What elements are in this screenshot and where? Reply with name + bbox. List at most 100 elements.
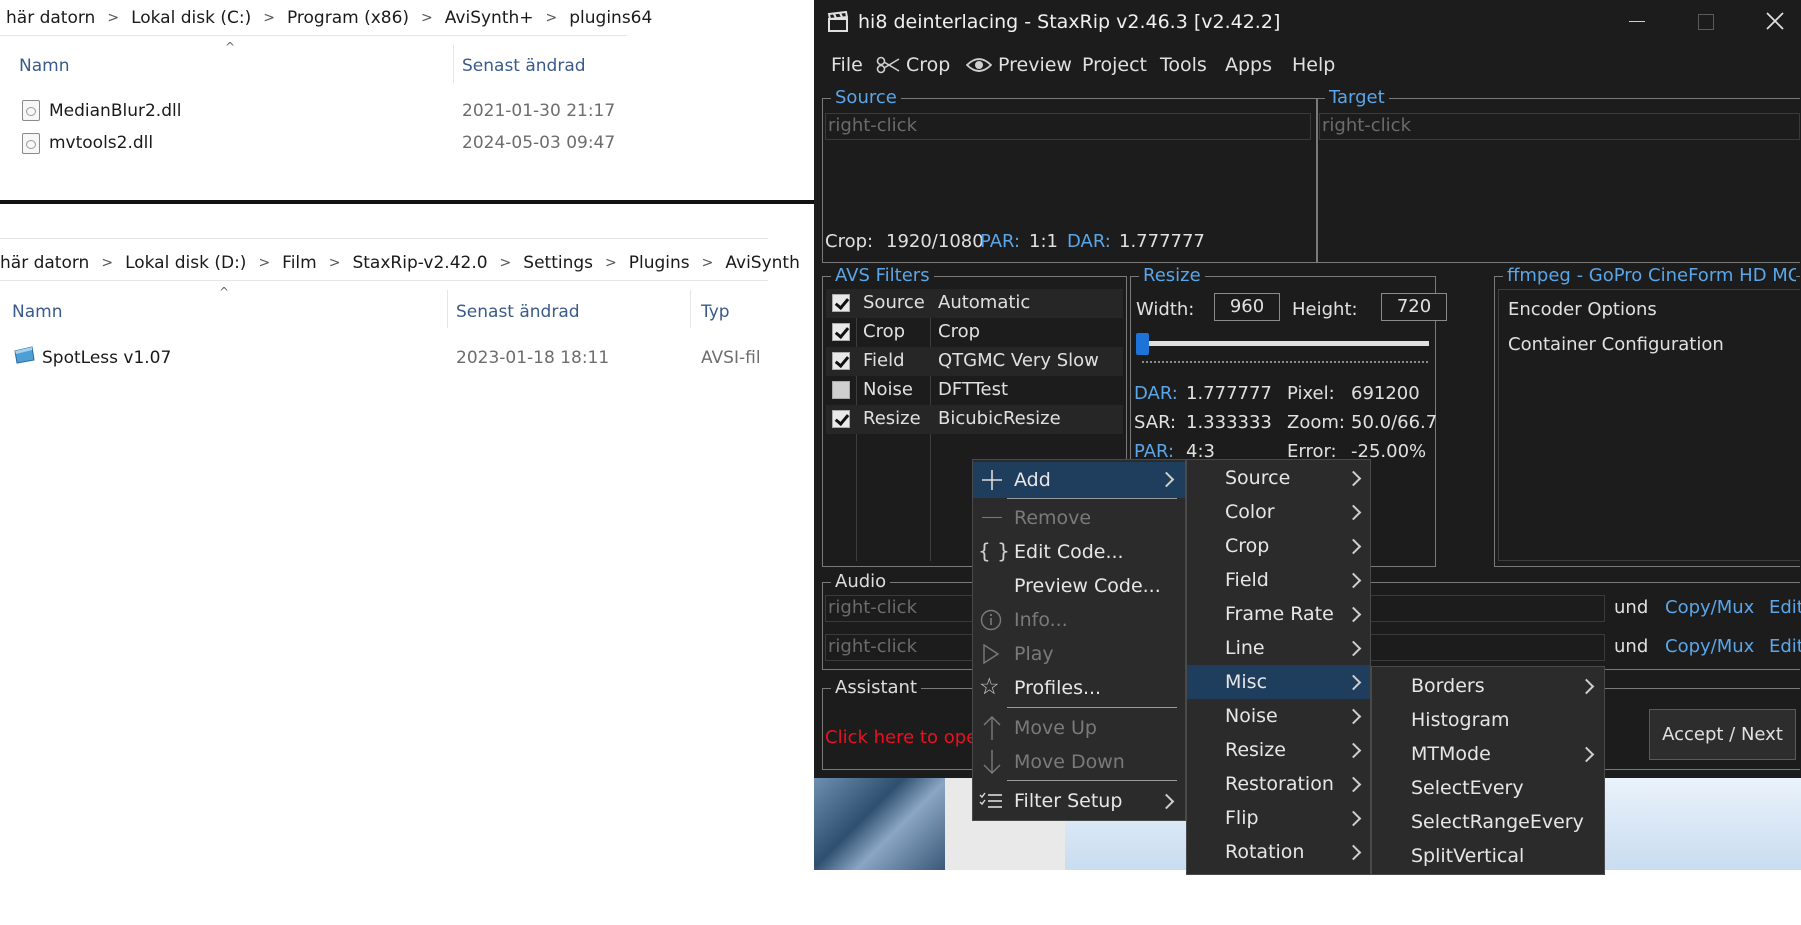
column-header-modified[interactable]: Senast ändrad <box>462 56 586 76</box>
filter-row[interactable]: Crop Crop <box>826 318 1123 347</box>
submenu-item-rotation[interactable]: Rotation <box>1187 835 1370 869</box>
filter-checkbox[interactable] <box>832 294 850 312</box>
menu-item-info[interactable]: Info... <box>973 603 1185 637</box>
audio-codec-link[interactable]: Copy/Mux <box>1665 597 1754 618</box>
menu-project[interactable]: Project <box>1082 54 1147 76</box>
misc-item-selectrangeevery[interactable]: SelectRangeEvery <box>1372 805 1604 839</box>
breadcrumb-item[interactable]: Settings <box>523 253 593 273</box>
dar-label[interactable]: DAR: <box>1134 383 1178 404</box>
menu-item-filter-setup[interactable]: Filter Setup <box>973 784 1185 818</box>
menu-item-preview-code[interactable]: Preview Code... <box>973 569 1185 603</box>
misc-item-selectevery[interactable]: SelectEvery <box>1372 771 1604 805</box>
audio-edit-link[interactable]: Edit <box>1769 597 1801 618</box>
menu-file[interactable]: File <box>831 54 863 76</box>
misc-item-borders[interactable]: Borders <box>1372 669 1604 703</box>
submenu-item-line[interactable]: Line <box>1187 631 1370 665</box>
target-file-field[interactable]: right-click <box>1319 113 1800 140</box>
breadcrumb[interactable]: här datorn > Lokal disk (C:) > Program (x8… <box>6 8 652 28</box>
close-icon[interactable] <box>1766 12 1784 30</box>
breadcrumb-item[interactable]: Film <box>282 253 317 273</box>
menu-item-profiles[interactable]: ☆ Profiles... <box>973 671 1185 705</box>
submenu-item-field[interactable]: Field <box>1187 563 1370 597</box>
title-bar[interactable]: hi8 deinterlacing - StaxRip v2.46.3 [v2.… <box>814 0 1801 44</box>
menu-item-move-down[interactable]: Move Down <box>973 745 1185 779</box>
window-title: hi8 deinterlacing - StaxRip v2.46.3 [v2.… <box>858 11 1281 33</box>
encoder-panel: Encoder Options Container Configuration <box>1498 289 1800 561</box>
column-header-name[interactable]: Namn <box>19 56 69 76</box>
submenu-item-source[interactable]: Source <box>1187 461 1370 495</box>
submenu-item-flip[interactable]: Flip <box>1187 801 1370 835</box>
menu-item-move-up[interactable]: Move Up <box>973 711 1185 745</box>
audio-edit-link[interactable]: Edit <box>1769 636 1801 657</box>
file-name[interactable]: SpotLess v1.07 <box>42 348 171 368</box>
breadcrumb-item[interactable]: Program (x86) <box>287 8 409 28</box>
par-label[interactable]: PAR: <box>980 231 1020 252</box>
height-input[interactable]: 720 <box>1381 293 1447 321</box>
breadcrumb-item[interactable]: här datorn <box>6 8 95 28</box>
container-config-item[interactable]: Container Configuration <box>1508 334 1724 355</box>
column-header-modified[interactable]: Senast ändrad <box>456 302 580 322</box>
column-divider[interactable] <box>447 290 448 328</box>
breadcrumb-item[interactable]: Lokal disk (C:) <box>131 8 251 28</box>
column-header-name[interactable]: Namn <box>12 302 62 322</box>
filter-checkbox[interactable] <box>832 410 850 428</box>
menu-apps[interactable]: Apps <box>1225 54 1272 76</box>
column-divider[interactable] <box>690 290 691 328</box>
resize-slider-track[interactable] <box>1141 341 1429 346</box>
submenu-item-resize[interactable]: Resize <box>1187 733 1370 767</box>
chevron-right-icon <box>1345 810 1362 827</box>
filter-row[interactable]: Noise DFTTest <box>826 376 1123 405</box>
breadcrumb-item[interactable]: här datorn <box>0 253 89 273</box>
source-file-field[interactable]: right-click <box>825 113 1311 140</box>
filter-checkbox[interactable] <box>832 381 850 399</box>
menu-item-add[interactable]: Add <box>973 462 1185 498</box>
maximize-icon[interactable] <box>1698 14 1714 30</box>
column-divider[interactable] <box>453 45 454 83</box>
menu-crop[interactable]: Crop <box>906 54 950 76</box>
add-submenu: Source Color Crop Field Frame Rate Line … <box>1186 459 1371 875</box>
accept-next-button[interactable]: Accept / Next <box>1649 709 1796 760</box>
misc-item-mtmode[interactable]: MTMode <box>1372 737 1604 771</box>
menu-preview[interactable]: Preview <box>998 54 1072 76</box>
breadcrumb-item[interactable]: plugins64 <box>569 8 652 28</box>
filter-row[interactable]: Source Automatic <box>826 289 1123 318</box>
breadcrumb-item[interactable]: AviSynth+ <box>445 8 534 28</box>
breadcrumb-item[interactable]: Lokal disk (D:) <box>125 253 246 273</box>
resize-slider-thumb[interactable] <box>1136 333 1149 355</box>
submenu-item-restoration[interactable]: Restoration <box>1187 767 1370 801</box>
menu-item-edit-code[interactable]: { } Edit Code... <box>973 535 1185 569</box>
encoder-options-item[interactable]: Encoder Options <box>1508 299 1657 320</box>
arrow-up-icon <box>983 716 1001 740</box>
breadcrumb-item[interactable]: AviSynth <box>725 253 799 273</box>
file-name[interactable]: mvtools2.dll <box>49 133 153 153</box>
chevron-right-icon <box>1158 471 1175 488</box>
filter-row[interactable]: Field QTGMC Very Slow <box>826 347 1123 376</box>
submenu-item-color[interactable]: Color <box>1187 495 1370 529</box>
filter-checkbox[interactable] <box>832 323 850 341</box>
submenu-item-noise[interactable]: Noise <box>1187 699 1370 733</box>
filter-row[interactable]: Resize BicubicResize <box>826 405 1123 434</box>
file-modified: 2024-05-03 09:47 <box>462 133 616 153</box>
minimize-icon[interactable] <box>1629 21 1645 22</box>
breadcrumb[interactable]: här datorn > Lokal disk (D:) > Film > StaxR… <box>0 253 800 273</box>
column-header-type[interactable]: Typ <box>701 302 730 322</box>
submenu-item-crop[interactable]: Crop <box>1187 529 1370 563</box>
audio-codec-link[interactable]: Copy/Mux <box>1665 636 1754 657</box>
menu-item-play[interactable]: Play <box>973 637 1185 671</box>
assistant-message[interactable]: Click here to open <box>825 727 989 748</box>
dar-label[interactable]: DAR: <box>1067 231 1111 252</box>
menu-tools[interactable]: Tools <box>1160 54 1207 76</box>
menu-bar: File Crop Preview Project Tools Apps Hel… <box>814 44 1801 84</box>
file-name[interactable]: MedianBlur2.dll <box>49 101 181 121</box>
misc-item-histogram[interactable]: Histogram <box>1372 703 1604 737</box>
submenu-item-misc[interactable]: Misc <box>1187 665 1370 699</box>
misc-item-splitvertical[interactable]: SplitVertical <box>1372 839 1604 873</box>
menu-item-remove[interactable]: Remove <box>973 501 1185 535</box>
width-input[interactable]: 960 <box>1214 293 1280 321</box>
breadcrumb-item[interactable]: StaxRip-v2.42.0 <box>352 253 487 273</box>
encoder-group-label[interactable]: ffmpeg - GoPro CineForm HD MOV <box>1503 265 1796 286</box>
breadcrumb-item[interactable]: Plugins <box>629 253 690 273</box>
submenu-item-frame-rate[interactable]: Frame Rate <box>1187 597 1370 631</box>
filter-checkbox[interactable] <box>832 352 850 370</box>
menu-help[interactable]: Help <box>1292 54 1335 76</box>
